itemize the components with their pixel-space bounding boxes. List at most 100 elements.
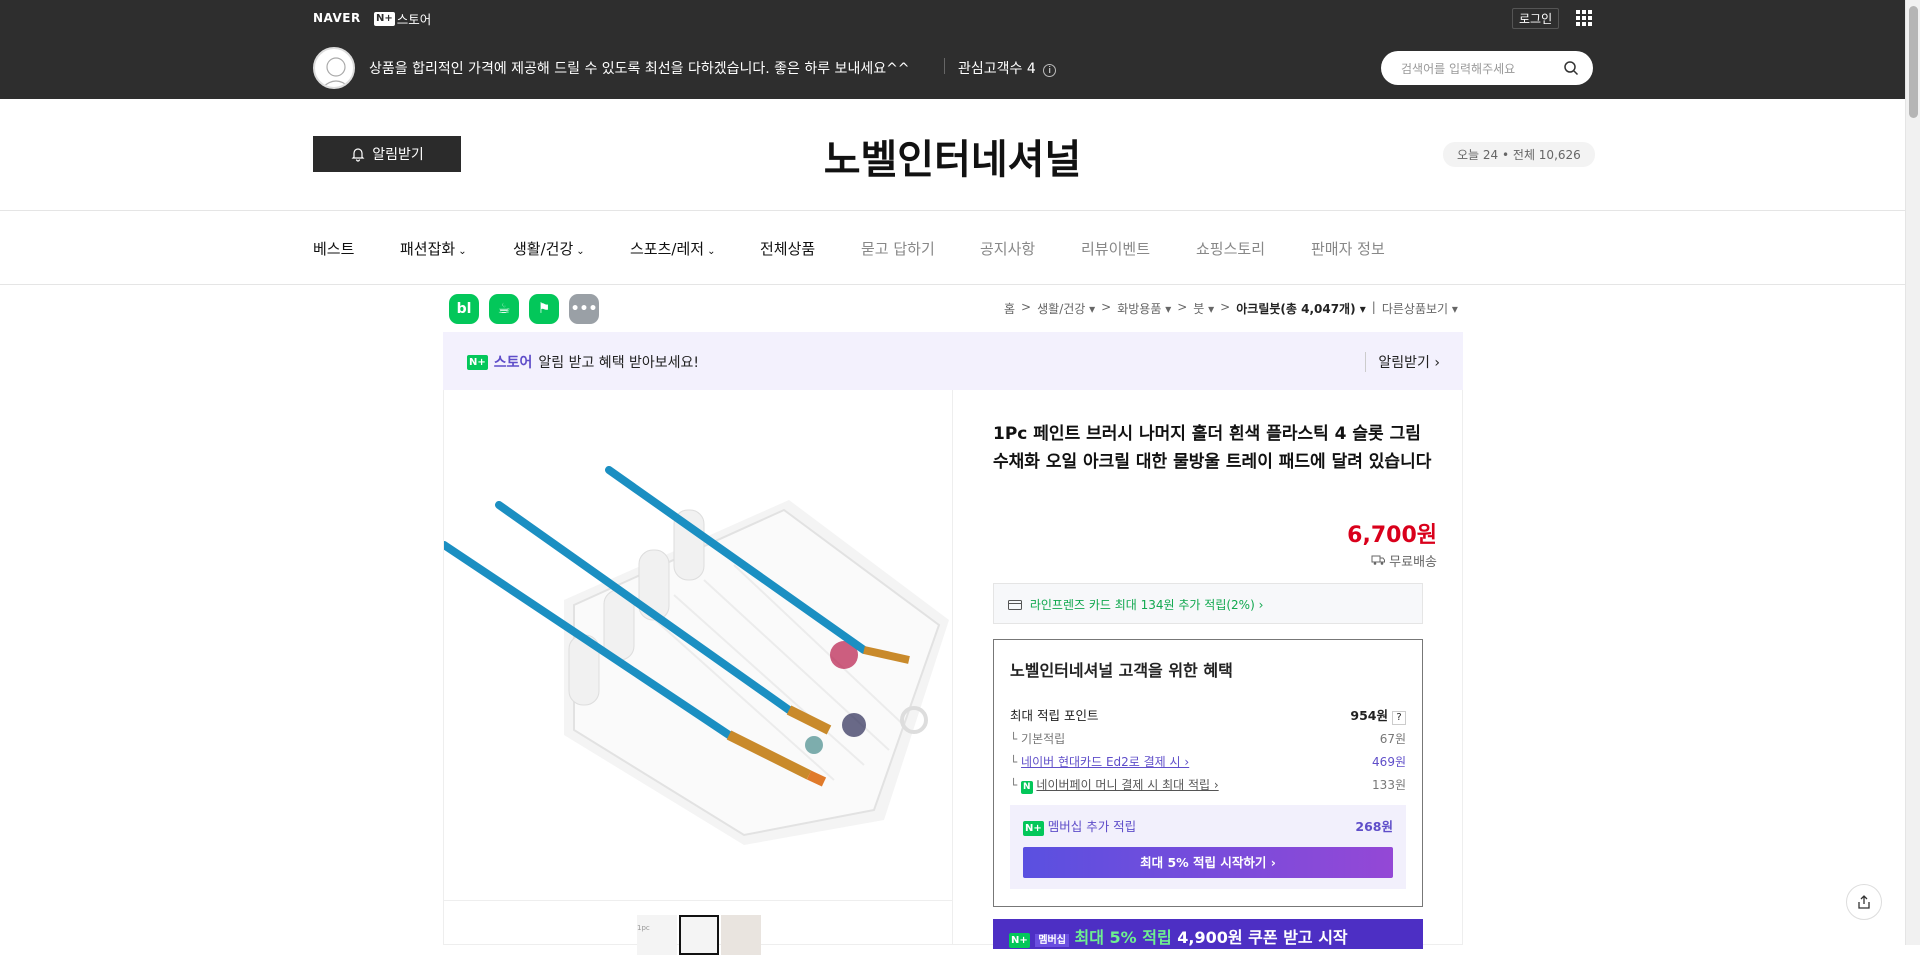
naver-logo[interactable]: NAVER	[313, 11, 361, 25]
nav-item-shopping-story[interactable]: 쇼핑스토리	[1196, 238, 1265, 259]
thumbnail-strip: 1pc	[444, 900, 953, 955]
scrollbar-thumb[interactable]	[1909, 6, 1918, 118]
nav-item-best[interactable]: 베스트	[313, 238, 354, 259]
breadcrumb-acrylic-brush[interactable]: 아크릴붓(총 4,047개) ▾	[1236, 300, 1366, 317]
nplus-badge: N+	[374, 11, 395, 26]
hyundai-card-link[interactable]: 네이버 현대카드 Ed2로 결제 시 ›	[1021, 755, 1189, 769]
help-icon[interactable]: ?	[1392, 711, 1406, 725]
info-icon[interactable]: i	[1043, 64, 1057, 77]
truck-icon	[1371, 555, 1386, 565]
thumb-caption: 1pc	[637, 924, 650, 932]
nplus-badge: N+	[1009, 933, 1030, 948]
nav-label: 베스트	[313, 240, 355, 258]
nav-item-qna[interactable]: 묻고 답하기	[861, 238, 935, 259]
nav-label: 쇼핑스토리	[1196, 240, 1266, 258]
nav-label: 리뷰이벤트	[1081, 240, 1151, 258]
basic-points-value: 67원	[1379, 732, 1406, 746]
npay-money-row: └ N 네이버페이 머니 결제 시 최대 적립 › 133원	[1010, 778, 1406, 794]
max-points-value: 954원	[1350, 708, 1388, 723]
max-points-row: 최대 적립 포인트 954원?	[1010, 705, 1406, 725]
banner-alarm-link[interactable]: 알림받기 ›	[1365, 352, 1440, 372]
visits-today: 오늘 24	[1457, 148, 1499, 162]
hyundai-card-row: └ 네이버 현대카드 Ed2로 결제 시 › 469원	[1010, 755, 1406, 769]
nav-item-notice[interactable]: 공지사항	[980, 238, 1035, 259]
promo-text: 4,900원 쿠폰 받고 시작	[1177, 928, 1348, 947]
nav-item-all-products[interactable]: 전체상품	[760, 238, 815, 259]
global-top-bar: NAVER N+ 스토어 로그인 상품을 합리적인 가격에 제공해 드릴 수 있…	[0, 0, 1905, 99]
customer-benefit-box: 노벨인터네셔널 고객을 위한 혜택 최대 적립 포인트 954원? └ 기본적립…	[993, 639, 1423, 907]
card-benefit-link[interactable]: 라인프렌즈 카드 최대 134원 추가 적립(2%) ›	[993, 583, 1423, 624]
blog-icon[interactable]: bl	[449, 294, 479, 324]
breadcrumb-sep: |	[1371, 300, 1376, 314]
breadcrumb-sep: >	[1177, 300, 1188, 314]
hyundai-card-value: 469원	[1372, 755, 1406, 769]
store-name[interactable]: 노벨인터네셔널	[0, 127, 1905, 185]
product-title: 1Pc 페인트 브러시 나머지 홀더 흰색 플라스틱 4 슬롯 그림 수채화 오…	[993, 424, 1432, 472]
store-search-input[interactable]: 검색어를 입력해주세요	[1381, 51, 1593, 85]
chevron-down-icon: ⌄	[576, 246, 585, 257]
share-button[interactable]	[1846, 884, 1882, 920]
page-scrollbar[interactable]	[1905, 0, 1920, 945]
breadcrumb: 홈 > 생활/건강 ▾ > 화방용품 ▾ > 붓 ▾ > 아크릴붓(총 4,04…	[1004, 300, 1458, 317]
membership-start-button[interactable]: 최대 5% 적립 시작하기 ›	[1023, 847, 1393, 878]
product-thumbnail[interactable]: 1pc	[637, 915, 677, 955]
membership-label: 멤버십 추가 적립	[1047, 819, 1137, 834]
banner-store-label: 스토어	[493, 355, 533, 371]
breadcrumb-home[interactable]: 홈	[1004, 300, 1015, 317]
delivery-info: 무료배송	[1371, 551, 1437, 570]
breadcrumb-living[interactable]: 생활/건강 ▾	[1037, 300, 1095, 317]
basic-points-label: 기본적립	[1021, 732, 1066, 746]
nav-item-review-event[interactable]: 리뷰이벤트	[1081, 238, 1150, 259]
npay-money-link[interactable]: 네이버페이 머니 결제 시 최대 적립 ›	[1036, 778, 1218, 792]
search-icon[interactable]	[1563, 60, 1579, 76]
membership-badge: 멤버십	[1035, 934, 1069, 947]
nav-item-fashion[interactable]: 패션잡화 ⌄	[400, 238, 467, 259]
nav-item-seller-info[interactable]: 판매자 정보	[1311, 238, 1385, 259]
chevron-down-icon: ⌄	[707, 246, 716, 257]
more-icon[interactable]: •••	[569, 294, 599, 324]
store-greeting: 상품을 합리적인 가격에 제공해 드릴 수 있도록 최선을 다하겠습니다. 좋은…	[369, 61, 910, 77]
basic-points-row: └ 기본적립 67원	[1010, 732, 1406, 746]
product-main-image[interactable]	[440, 390, 953, 900]
visitor-count: 오늘 24 • 전체 10,626	[1443, 142, 1595, 167]
favorite-label: 관심고객수 4	[958, 61, 1036, 77]
breadcrumb-sep: >	[1220, 300, 1231, 314]
product-thumbnail[interactable]	[721, 915, 761, 955]
product-thumbnail-selected[interactable]	[679, 915, 719, 955]
card-benefit-text: 라인프렌즈 카드 최대 134원 추가 적립(2%) ›	[1029, 598, 1264, 612]
favorite-customers[interactable]: 관심고객수 4 i	[958, 58, 1057, 78]
breadcrumb-sep: >	[1021, 300, 1032, 314]
chevron-down-icon: ⌄	[458, 246, 467, 257]
nplus-badge: N+	[467, 354, 488, 370]
banner-text: 알림 받고 혜택 받아보세요!	[538, 355, 700, 371]
naver-store-link[interactable]: N+ 스토어	[374, 9, 431, 28]
credit-card-icon	[1008, 600, 1022, 610]
max-points-label: 최대 적립 포인트	[1010, 708, 1099, 723]
store-header: 알림받기 노벨인터네셔널 오늘 24 • 전체 10,626	[0, 99, 1905, 211]
login-button[interactable]: 로그인	[1512, 8, 1560, 29]
visits-total: 전체 10,626	[1512, 148, 1581, 162]
breadcrumb-brush[interactable]: 붓 ▾	[1193, 300, 1214, 317]
breadcrumb-sep: >	[1101, 300, 1112, 314]
breadcrumb-art-supplies[interactable]: 화방용품 ▾	[1117, 300, 1171, 317]
delivery-label: 무료배송	[1389, 555, 1437, 570]
nav-label: 스포츠/레저	[630, 240, 705, 258]
app-grid-icon[interactable]	[1576, 10, 1592, 26]
nplus-badge: N+	[1023, 821, 1044, 836]
membership-value: 268원	[1355, 819, 1393, 834]
bookmark-icon[interactable]: ⚑	[529, 294, 559, 324]
nav-label: 패션잡화	[400, 240, 456, 258]
npay-money-value: 133원	[1372, 778, 1406, 792]
nav-item-living[interactable]: 생활/건강 ⌄	[513, 238, 585, 259]
nstore-label: 스토어	[396, 12, 432, 27]
nav-label: 판매자 정보	[1311, 240, 1385, 258]
share-icon	[1858, 895, 1870, 909]
search-placeholder: 검색어를 입력해주세요	[1401, 62, 1516, 76]
cafe-icon[interactable]: ☕	[489, 294, 519, 324]
nav-item-sports[interactable]: 스포츠/레저 ⌄	[630, 238, 715, 259]
store-avatar	[313, 47, 355, 89]
nav-label: 공지사항	[980, 240, 1036, 258]
nav-label: 생활/건강	[513, 240, 574, 258]
benefit-title: 노벨인터네셔널 고객을 위한 혜택	[1010, 661, 1233, 680]
breadcrumb-other-products[interactable]: 다른상품보기 ▾	[1382, 300, 1458, 317]
